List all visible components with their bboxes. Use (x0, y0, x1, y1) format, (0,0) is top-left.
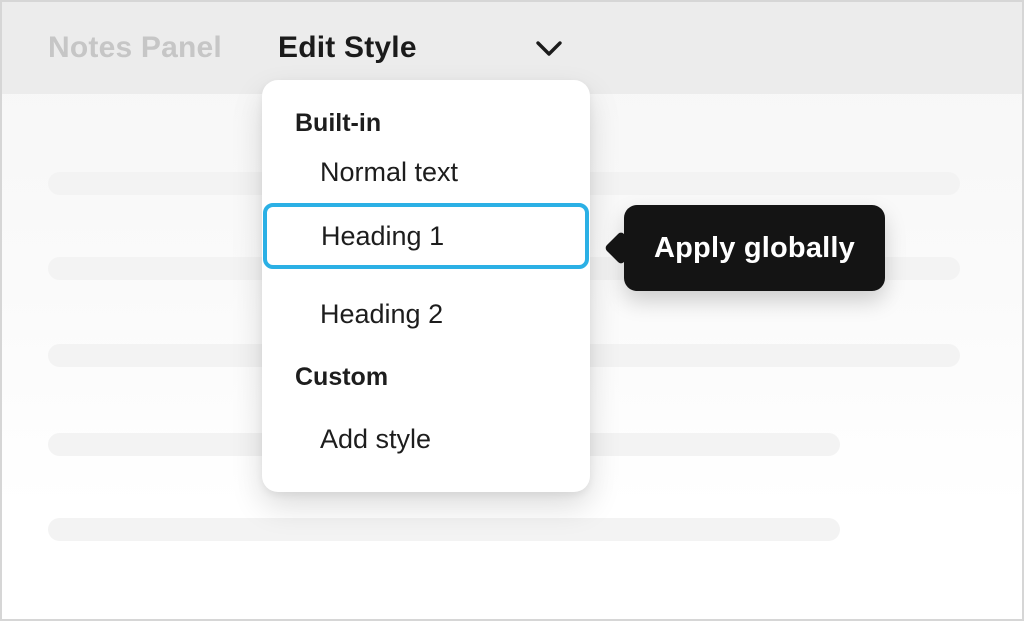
menu-item-heading-2[interactable]: Heading 2 (320, 300, 443, 328)
apply-globally-tooltip: Apply globally (604, 205, 885, 291)
tooltip-label: Apply globally (654, 231, 855, 264)
menu-item-normal-text[interactable]: Normal text (320, 158, 458, 186)
panel-title: Notes Panel (48, 31, 222, 64)
edit-style-dropdown-label: Edit Style (278, 31, 417, 64)
style-dropdown-menu: Built-in Normal text Heading 1 Heading 2… (262, 80, 590, 492)
notes-panel-screen: Notes Panel Edit Style Built-in Normal t… (0, 0, 1024, 621)
skeleton-line (48, 518, 840, 541)
menu-item-add-style[interactable]: Add style (320, 425, 431, 453)
menu-section-custom: Custom (295, 363, 389, 391)
menu-section-built-in: Built-in (295, 109, 382, 137)
menu-item-heading-1[interactable]: Heading 1 (263, 203, 589, 269)
chevron-down-icon (536, 41, 562, 56)
